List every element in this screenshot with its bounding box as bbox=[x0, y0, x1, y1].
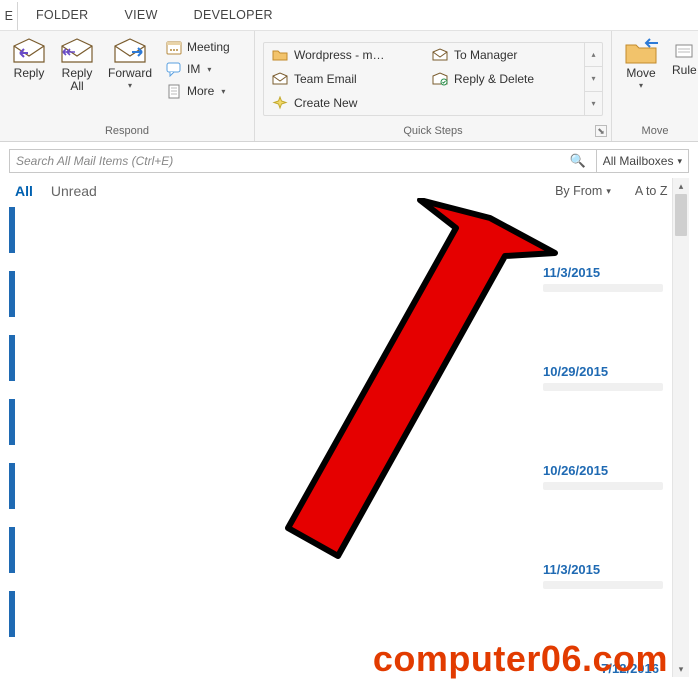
watermark-text: computer06.com bbox=[373, 638, 698, 680]
sparkle-icon bbox=[272, 95, 288, 111]
dialog-launcher-icon[interactable]: ⬊ bbox=[595, 125, 607, 137]
gallery-scroll[interactable]: ▴ ▾ ▾ bbox=[584, 43, 602, 115]
search-scope-dropdown[interactable]: All Mailboxes ▾ bbox=[597, 149, 689, 173]
gallery-more-icon[interactable]: ▾ bbox=[585, 92, 602, 115]
to-manager-icon bbox=[432, 47, 448, 63]
quick-step-empty bbox=[424, 91, 584, 115]
chevron-up-icon[interactable]: ▴ bbox=[585, 43, 602, 67]
group-label-respond: Respond bbox=[0, 123, 254, 141]
scroll-track[interactable] bbox=[673, 194, 689, 661]
move-folder-icon bbox=[624, 37, 658, 65]
scrollbar-vertical[interactable]: ▴ ▾ bbox=[672, 178, 689, 677]
reply-button[interactable]: Reply bbox=[8, 35, 50, 80]
message-list[interactable]: 11/3/2015 10/29/2015 10/26/2015 11/3/201… bbox=[9, 207, 689, 677]
folder-icon bbox=[272, 47, 288, 63]
menu-tabs: E FOLDER VIEW DEVELOPER bbox=[0, 0, 698, 30]
mail-list-panel: Search All Mail Items (Ctrl+E) 🔍 All Mai… bbox=[0, 142, 698, 677]
reply-delete-icon bbox=[432, 71, 448, 87]
scroll-thumb[interactable] bbox=[675, 194, 687, 236]
more-respond-button[interactable]: More ▾ bbox=[162, 81, 234, 101]
im-button[interactable]: IM ▾ bbox=[162, 59, 234, 79]
forward-button[interactable]: Forward ▾ bbox=[104, 35, 156, 89]
unread-indicators bbox=[9, 207, 17, 655]
tab-developer[interactable]: DEVELOPER bbox=[176, 2, 291, 30]
quick-step-item[interactable]: To Manager bbox=[424, 43, 584, 67]
message-date: 11/3/2015 bbox=[543, 265, 663, 280]
tab-view[interactable]: VIEW bbox=[107, 2, 176, 30]
search-input[interactable]: Search All Mail Items (Ctrl+E) 🔍 bbox=[9, 149, 597, 173]
reply-all-icon bbox=[60, 37, 94, 65]
reply-all-button[interactable]: Reply All bbox=[56, 35, 98, 93]
reply-icon bbox=[12, 37, 46, 65]
ribbon: Reply Reply All Forward ▾ bbox=[0, 30, 698, 142]
calendar-icon bbox=[166, 39, 182, 55]
forward-icon bbox=[113, 37, 147, 65]
quick-steps-gallery[interactable]: Wordpress - m… To Manager Team Email Rep… bbox=[263, 42, 603, 116]
scroll-up-icon[interactable]: ▴ bbox=[673, 178, 689, 194]
move-button[interactable]: Move ▾ bbox=[620, 35, 662, 89]
meeting-button[interactable]: Meeting bbox=[162, 37, 234, 57]
chevron-down-icon: ▾ bbox=[606, 186, 611, 197]
chat-icon bbox=[166, 61, 182, 77]
filter-all[interactable]: All bbox=[15, 183, 33, 199]
rules-icon bbox=[674, 43, 694, 63]
message-date: 10/29/2015 bbox=[543, 364, 663, 379]
chevron-down-icon[interactable]: ▾ bbox=[585, 67, 602, 91]
page-icon bbox=[166, 83, 182, 99]
team-email-icon bbox=[272, 71, 288, 87]
message-date: 10/26/2015 bbox=[543, 463, 663, 478]
group-label-move: Move bbox=[612, 123, 698, 141]
quick-step-item[interactable]: Reply & Delete bbox=[424, 67, 584, 91]
search-placeholder: Search All Mail Items (Ctrl+E) bbox=[16, 154, 173, 168]
quick-step-item[interactable]: Team Email bbox=[264, 67, 424, 91]
tab-folder[interactable]: FOLDER bbox=[18, 2, 107, 30]
quick-step-item[interactable]: Wordpress - m… bbox=[264, 43, 424, 67]
message-date: 11/3/2015 bbox=[543, 562, 663, 577]
rules-button[interactable]: Rule bbox=[668, 41, 698, 79]
filter-unread[interactable]: Unread bbox=[51, 183, 97, 199]
search-icon[interactable]: 🔍 bbox=[566, 153, 590, 169]
chevron-down-icon: ▾ bbox=[221, 87, 225, 96]
chevron-down-icon: ▾ bbox=[128, 83, 132, 89]
chevron-down-icon: ▾ bbox=[677, 156, 682, 167]
sort-by-dropdown[interactable]: By From ▾ bbox=[555, 184, 617, 198]
chevron-down-icon: ▾ bbox=[207, 65, 211, 74]
group-label-quicksteps: Quick Steps ⬊ bbox=[255, 123, 611, 141]
quick-step-item[interactable]: Create New bbox=[264, 91, 424, 115]
chevron-down-icon: ▾ bbox=[639, 83, 643, 89]
tab-home-cut[interactable]: E bbox=[0, 2, 18, 30]
